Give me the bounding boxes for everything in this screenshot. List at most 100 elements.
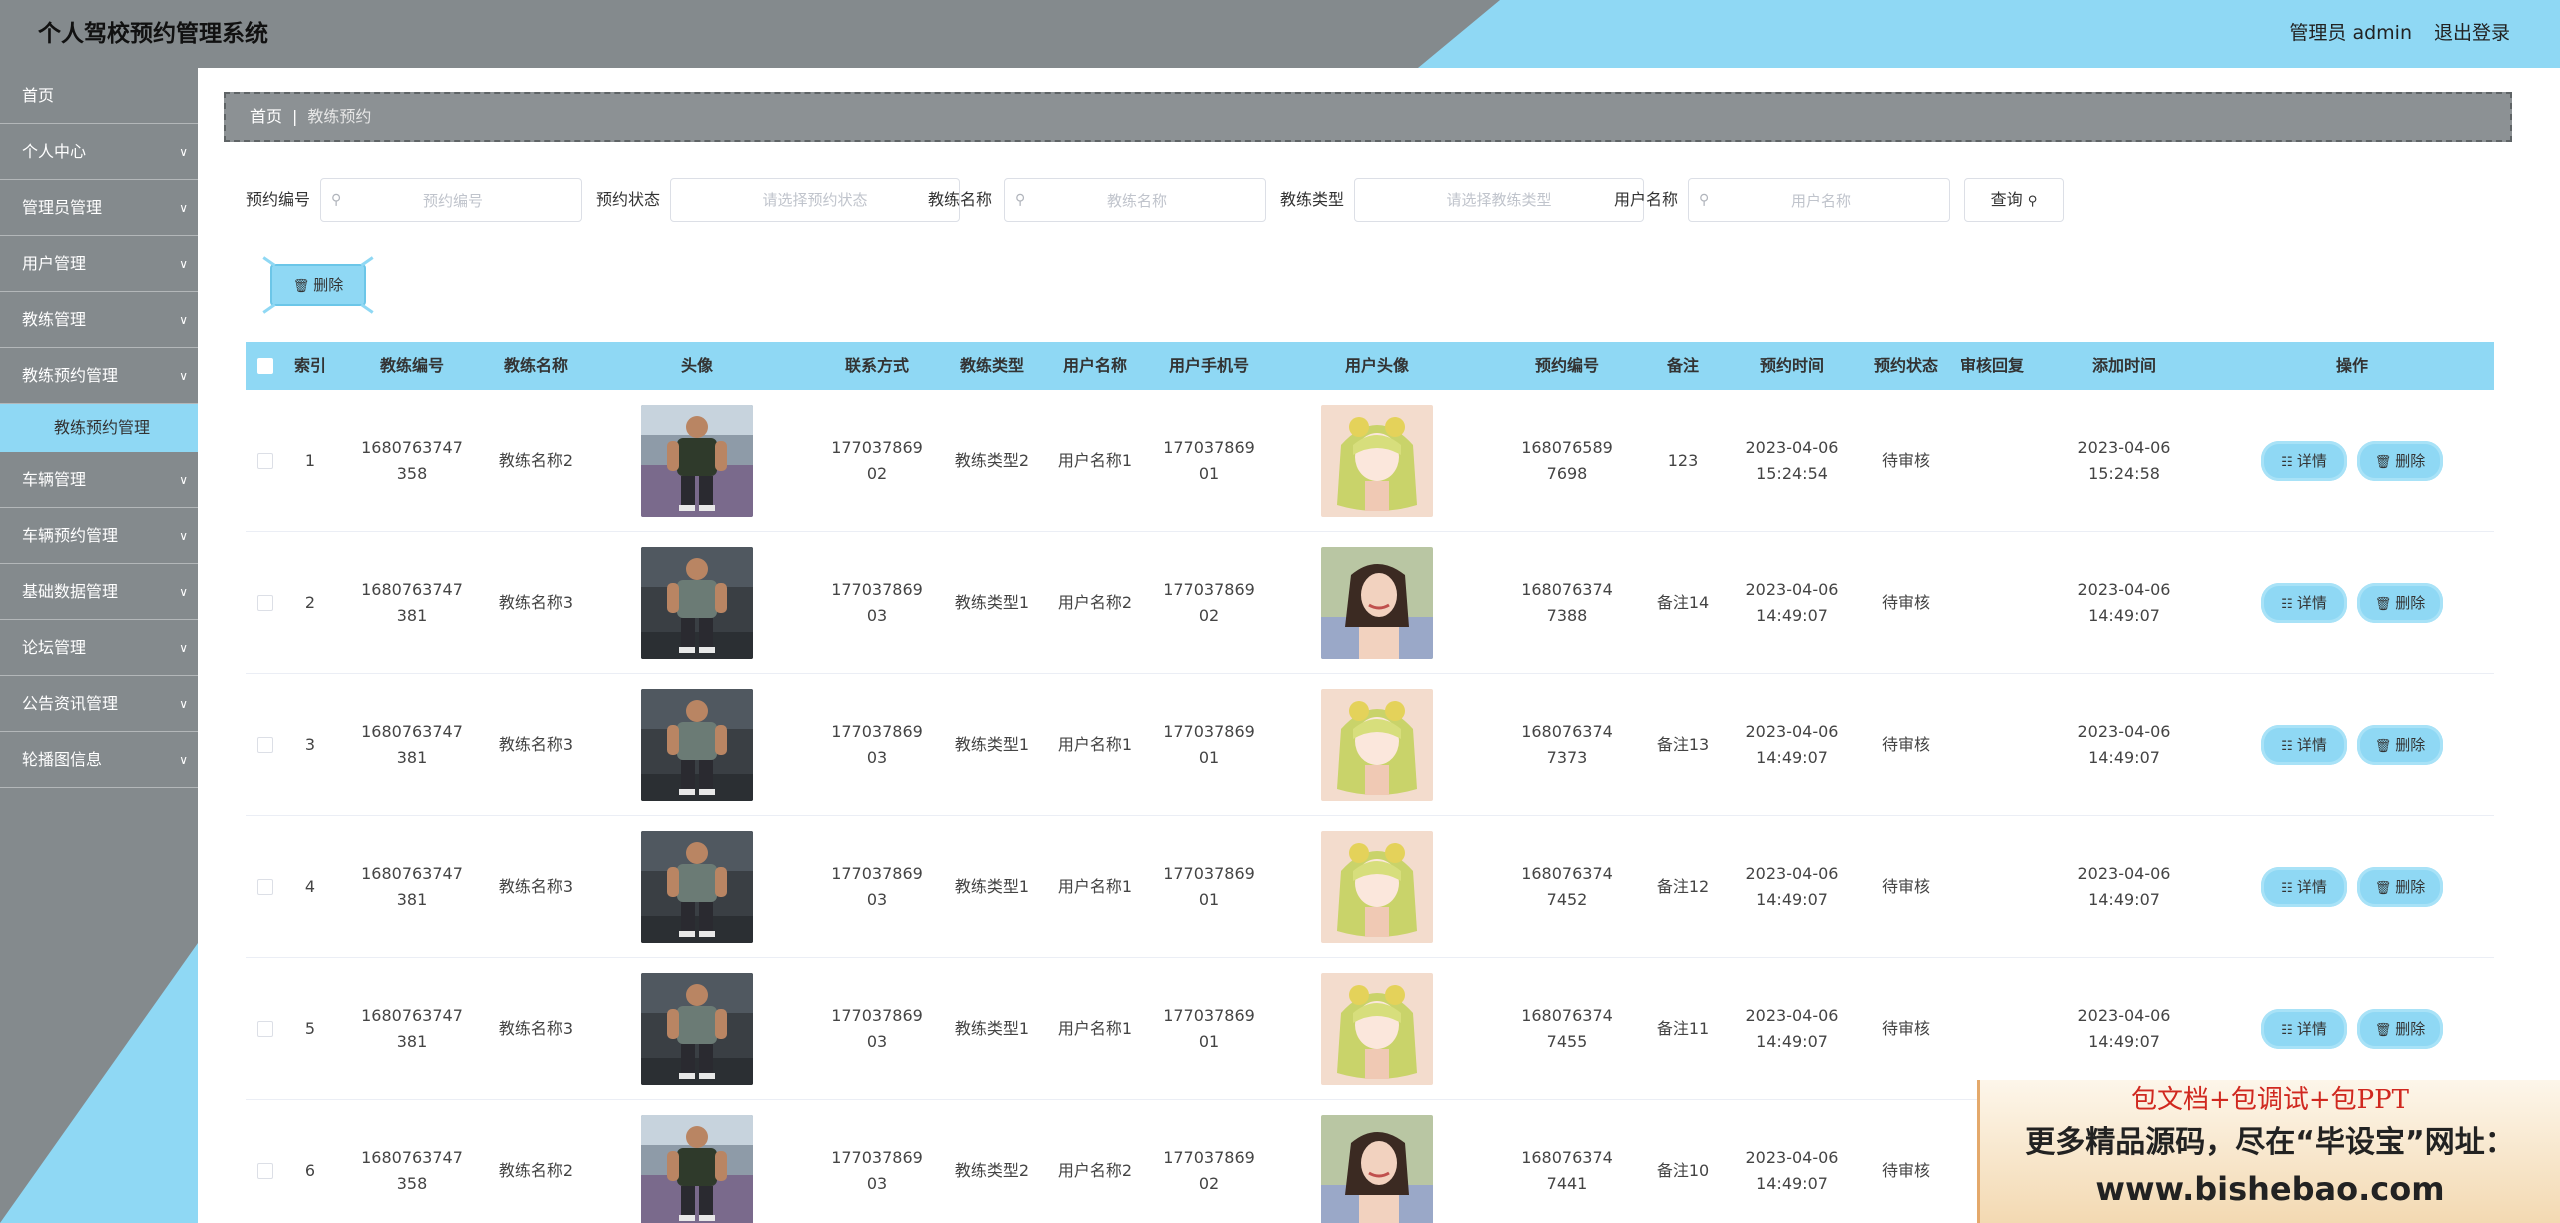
coach-name-input[interactable] [1005, 179, 1269, 223]
user-phone-text: 177037869 02 [1163, 577, 1255, 629]
added-time-text: 2023-04-06 14:49:07 [2078, 719, 2171, 771]
review-reply [1946, 958, 2038, 1099]
sidebar-item[interactable]: 教练管理 ∨ [0, 292, 198, 348]
breadcrumb-home[interactable]: 首页 [250, 107, 282, 126]
search-icon: ⚲ [2027, 194, 2038, 209]
status-label: 预约状态 [596, 190, 661, 209]
added-time-line: 2023-04-06 [2077, 1005, 2171, 1025]
coach-phone-text: 177037869 02 [831, 435, 923, 487]
document-icon: ☷ [2281, 596, 2293, 612]
booking-no-field: ⚲ [320, 178, 585, 223]
coach-avatar-image[interactable] [641, 1114, 753, 1223]
coach-avatar-image[interactable] [641, 830, 753, 943]
row-checkbox[interactable] [257, 594, 273, 611]
sidebar-subitem-active[interactable]: 教练预约管理 [0, 404, 198, 452]
delete-button[interactable]: 🗑删除 [2357, 440, 2443, 481]
coach-number: 1680763747 358 [336, 390, 488, 531]
sidebar-item[interactable]: 管理员管理 ∨ [0, 180, 198, 236]
booking-number-line: 7388 [1546, 605, 1588, 625]
coach-avatar-cell [584, 532, 810, 673]
user-avatar-cell [1268, 390, 1486, 531]
coach-type-select[interactable]: 请选择教练类型 ⌄ [1354, 178, 1644, 222]
coach-number-line: 381 [396, 747, 428, 767]
coach-avatar-image[interactable] [641, 688, 753, 801]
sidebar-item[interactable]: 车辆预约管理 ∨ [0, 508, 198, 564]
row-checkbox[interactable] [257, 736, 273, 753]
coach-type: 教练类型1 [954, 876, 1030, 896]
delete-button[interactable]: 🗑删除 [2357, 724, 2443, 765]
user-avatar-image[interactable] [1321, 404, 1433, 517]
coach-avatar-cell [584, 674, 810, 815]
user-phone-line: 01 [1198, 1031, 1220, 1051]
select-all-checkbox[interactable] [257, 358, 273, 374]
booking-status: 待审核 [1881, 592, 1930, 612]
coach-avatar-image[interactable] [641, 546, 753, 659]
sidebar-item[interactable]: 轮播图信息 ∨ [0, 732, 198, 788]
booking-time: 2023-04-06 14:49:07 [1718, 958, 1866, 1099]
trash-icon: 🗑 [292, 279, 310, 294]
user-avatar-cell [1268, 1100, 1486, 1223]
detail-button[interactable]: ☷详情 [2261, 1008, 2347, 1049]
user-name-field: ⚲ [1688, 178, 1953, 223]
booking-time-line: 2023-04-06 [1745, 1147, 1839, 1167]
detail-button[interactable]: ☷详情 [2261, 440, 2347, 481]
detail-button[interactable]: ☷详情 [2261, 582, 2347, 623]
bulk-delete-button[interactable]: 🗑 删除 [262, 256, 374, 314]
coach-name: 教练名称2 [498, 1160, 574, 1180]
sidebar-item[interactable]: 基础数据管理 ∨ [0, 564, 198, 620]
row-checkbox-cell [246, 532, 284, 673]
coach-name: 教练名称3 [498, 1018, 574, 1038]
booking-status: 待审核 [1881, 450, 1930, 470]
row-checkbox[interactable] [257, 878, 273, 895]
query-button[interactable]: 查询 ⚲ [1964, 178, 2064, 222]
row-actions: ☷详情🗑删除 [2210, 532, 2494, 673]
row-index: 1 [304, 450, 316, 470]
coach-avatar-image[interactable] [641, 404, 753, 517]
coach-number-line: 358 [396, 463, 428, 483]
sidebar-item[interactable]: 车辆管理 ∨ [0, 452, 198, 508]
sidebar-item[interactable]: 论坛管理 ∨ [0, 620, 198, 676]
sidebar-item[interactable]: 个人中心 ∨ [0, 124, 198, 180]
sidebar-item-label: 车辆预约管理 [22, 526, 119, 545]
user-phone: 177037869 02 [1150, 1100, 1268, 1223]
row-checkbox[interactable] [257, 1162, 273, 1179]
booking-status: 待审核 [1881, 1018, 1930, 1038]
status-select[interactable]: 请选择预约状态 ⌄ [670, 178, 960, 222]
sidebar-item[interactable]: 首页 [0, 68, 198, 124]
delete-button[interactable]: 🗑删除 [2357, 582, 2443, 623]
coach-number-line: 1680763747 [361, 579, 463, 599]
coach-avatar-image[interactable] [641, 972, 753, 1085]
delete-button[interactable]: 🗑删除 [2357, 1008, 2443, 1049]
column-header: 头像 [680, 356, 713, 375]
user-phone: 177037869 01 [1150, 958, 1268, 1099]
user-avatar-image[interactable] [1321, 546, 1433, 659]
user-avatar-image[interactable] [1321, 972, 1433, 1085]
delete-button[interactable]: 🗑删除 [2357, 866, 2443, 907]
delete-label: 删除 [2395, 593, 2426, 612]
user-name: 用户名称2 [1057, 1160, 1133, 1180]
user-avatar-cell [1268, 958, 1486, 1099]
booking-time-line: 14:49:07 [1756, 747, 1828, 767]
user-avatar-image[interactable] [1321, 830, 1433, 943]
added-time: 2023-04-06 14:49:07 [2038, 958, 2210, 1099]
detail-button[interactable]: ☷详情 [2261, 866, 2347, 907]
sidebar-item[interactable]: 教练预约管理 ∨ [0, 348, 198, 404]
user-avatar-image[interactable] [1321, 1114, 1433, 1223]
logout-link[interactable]: 退出登录 [2434, 0, 2510, 66]
chevron-down-icon: ∨ [179, 697, 188, 711]
booking-no-input[interactable] [321, 179, 585, 223]
row-checkbox[interactable] [257, 452, 273, 469]
sidebar-item[interactable]: 公告资讯管理 ∨ [0, 676, 198, 732]
user-name: 用户名称1 [1057, 876, 1133, 896]
user-avatar-image[interactable] [1321, 688, 1433, 801]
table-row: 3 1680763747 381 教练名称3 177037869 03 教练类型1 用户名称1… [246, 674, 2494, 816]
row-index: 6 [304, 1160, 316, 1180]
chevron-down-icon: ∨ [179, 369, 188, 383]
row-checkbox[interactable] [257, 1020, 273, 1037]
user-name-input[interactable] [1689, 179, 1953, 223]
booking-number-line: 7455 [1546, 1031, 1588, 1051]
row-index: 5 [304, 1018, 316, 1038]
document-icon: ☷ [2281, 1022, 2293, 1038]
detail-button[interactable]: ☷详情 [2261, 724, 2347, 765]
sidebar-item[interactable]: 用户管理 ∨ [0, 236, 198, 292]
